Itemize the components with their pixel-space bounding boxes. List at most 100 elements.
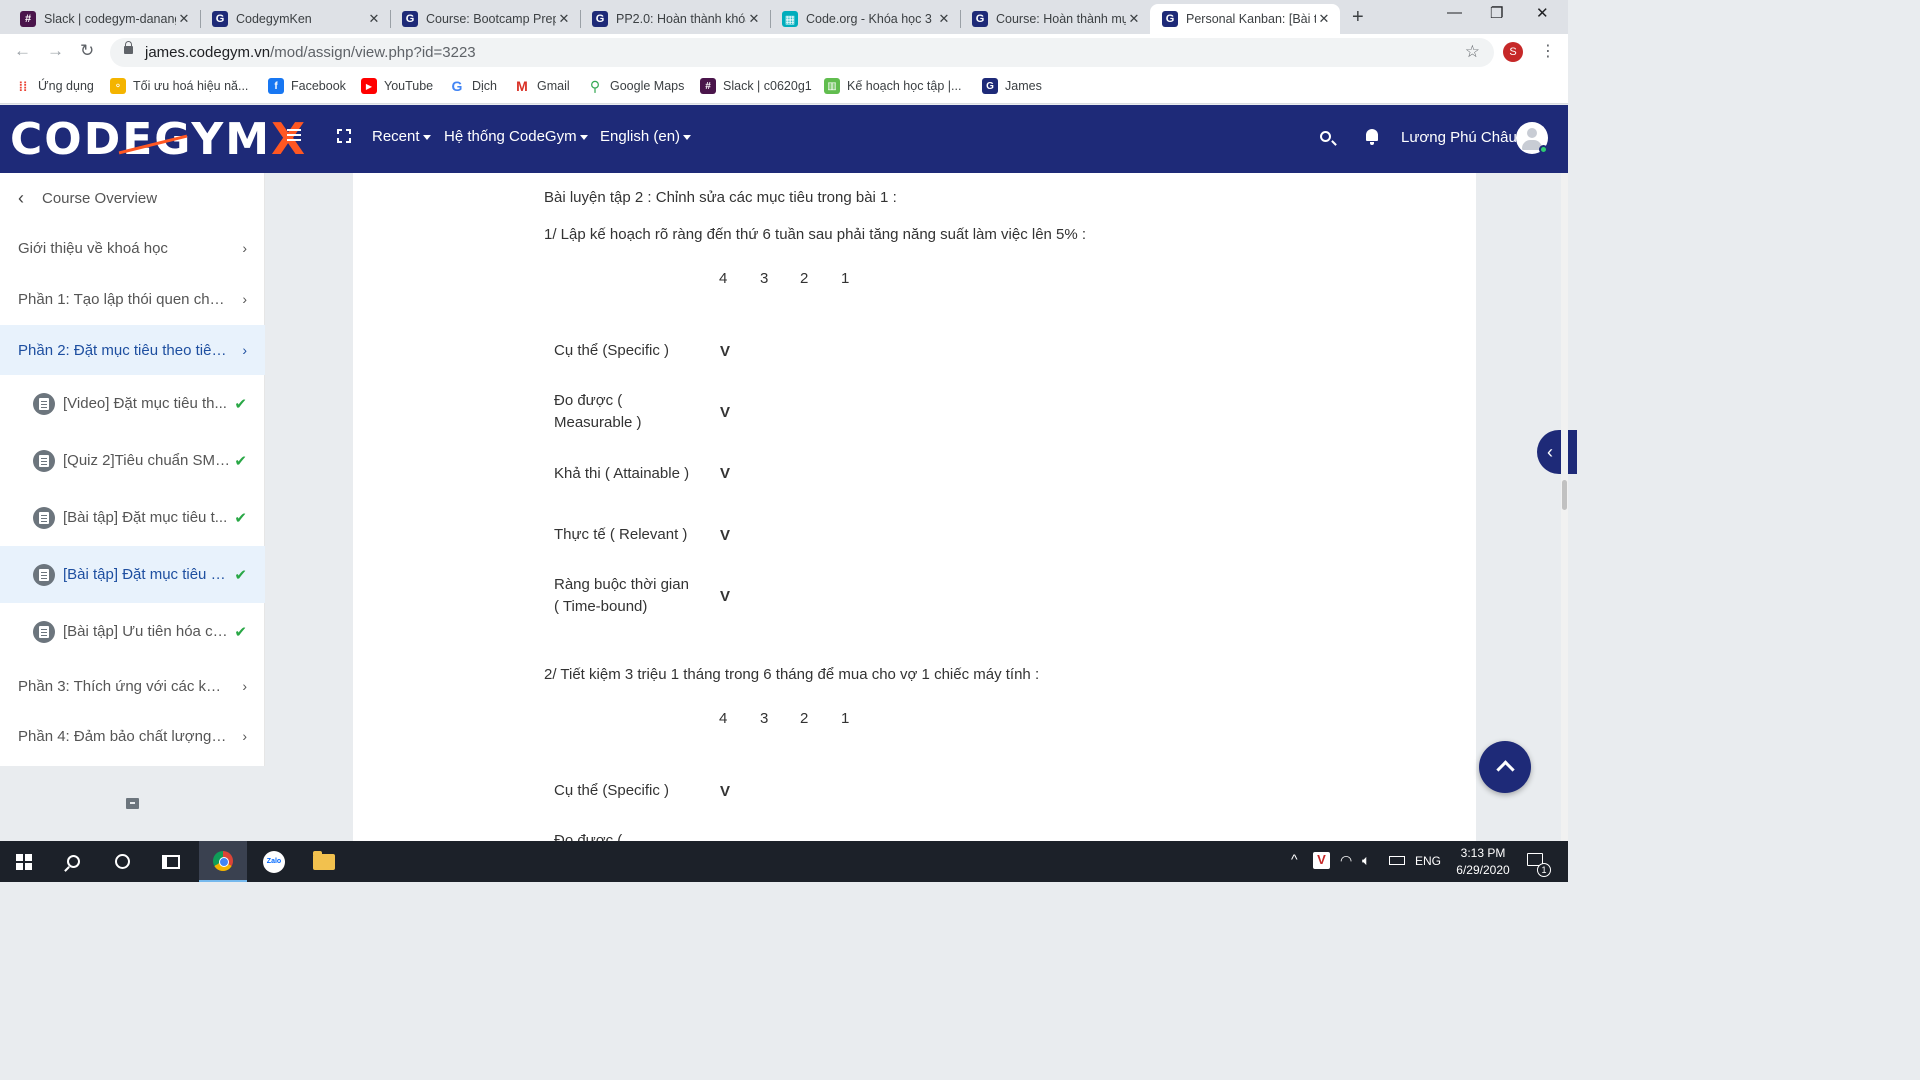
bookmark-trello[interactable]: ▥ Kế hoạch học tập |... (824, 78, 961, 94)
battery-icon[interactable] (1389, 856, 1405, 865)
bookmark-star-icon[interactable]: ☆ (1465, 42, 1480, 62)
system-menu[interactable]: Hệ thống CodeGym (444, 128, 588, 145)
start-button[interactable] (0, 841, 48, 882)
drawer-activity[interactable]: [Video] Đặt mục tiêu th... ✔ (0, 375, 265, 432)
rating-mark: V (720, 527, 731, 544)
url-input[interactable]: james.codegym.vn/mod/assign/view.php?id=… (110, 38, 1494, 67)
bookmark-youtube[interactable]: ▶ YouTube (361, 78, 433, 94)
reload-icon[interactable]: ↻ (80, 41, 94, 61)
back-arrow-icon[interactable]: ← (14, 41, 31, 61)
browser-tab-active[interactable]: G Personal Kanban: [Bài tập] ✕ (1150, 4, 1340, 34)
dock-block-icon[interactable] (126, 798, 139, 809)
menu-toggle-icon[interactable] (287, 129, 301, 141)
user-name[interactable]: Lương Phú Châu (1401, 129, 1517, 146)
chevron-right-icon: › (242, 291, 247, 307)
forward-arrow-icon[interactable]: → (47, 41, 64, 61)
browser-tab[interactable]: G Course: Bootcamp Prep ✕ (390, 4, 580, 34)
rating-scale-header: 4 3 2 1 (719, 710, 850, 727)
drawer-section[interactable]: Phần 3: Thích ứng với các khó ... › (0, 661, 265, 711)
bookmark-gmail[interactable]: M Gmail (514, 78, 570, 94)
taskbar-chrome[interactable] (199, 841, 247, 882)
notification-bell-icon[interactable] (1366, 129, 1378, 145)
codegym-icon: G (1162, 11, 1178, 27)
bookmark-slack[interactable]: # Slack | c0620g1 (700, 78, 812, 94)
slack-icon: # (700, 78, 716, 94)
chevron-right-icon: › (242, 342, 247, 358)
chevron-right-icon: › (242, 678, 247, 694)
criterion-specific: Cụ thể (Specific ) (554, 782, 670, 799)
facebook-icon: f (268, 78, 284, 94)
bookmark-facebook[interactable]: f Facebook (268, 78, 346, 94)
bookmark-maps[interactable]: ⚲ Google Maps (587, 78, 685, 94)
rating-scale-header: 4 3 2 1 (719, 270, 850, 287)
wifi-icon[interactable]: ◠ (1340, 852, 1352, 869)
bookmark-translate[interactable]: G Dịch (449, 78, 497, 94)
drawer-activity[interactable]: [Bài tập] Đặt mục tiêu t... ✔ (0, 489, 265, 546)
search-icon[interactable] (1320, 131, 1331, 142)
assignment-icon (33, 620, 55, 643)
browser-tab[interactable]: G Course: Hoàn thành mục ✕ (960, 4, 1150, 34)
bookmark-james[interactable]: G James (982, 78, 1042, 94)
codegym-logo[interactable]: CODEGYMX (10, 115, 307, 165)
drawer-section[interactable]: Phần 4: Đảm bảo chất lượng c... › (0, 711, 265, 761)
minimize-icon[interactable]: — (1447, 4, 1462, 21)
course-overview-link[interactable]: ‹ Course Overview (0, 173, 265, 223)
codegym-icon: G (972, 11, 988, 27)
profile-avatar[interactable]: S (1503, 42, 1523, 62)
drawer-activity[interactable]: [Quiz 2]Tiêu chuẩn SMA... ✔ (0, 432, 265, 489)
bookmark-item[interactable]: ⚬ Tối ưu hoá hiệu nă... (110, 78, 248, 94)
chrome-icon (213, 850, 233, 871)
cortana-button[interactable] (98, 841, 146, 882)
close-tab-icon[interactable]: ✕ (1126, 11, 1142, 27)
chevron-left-icon: ‹ (18, 187, 24, 208)
browser-tab[interactable]: G PP2.0: Hoàn thành khóa ✕ (580, 4, 770, 34)
completed-check-icon: ✔ (234, 395, 247, 413)
system-clock[interactable]: 3:13 PM 6/29/2020 (1452, 845, 1514, 879)
close-window-icon[interactable]: ✕ (1536, 4, 1549, 22)
taskbar-search[interactable] (49, 841, 97, 882)
drawer-section-active[interactable]: Phần 2: Đặt mục tiêu theo tiêu... › (0, 325, 265, 375)
scroll-to-top-button[interactable] (1479, 741, 1531, 793)
right-drawer-toggle[interactable]: ‹ (1537, 430, 1577, 474)
codegym-icon: G (212, 11, 228, 27)
close-tab-icon[interactable]: ✕ (1316, 11, 1332, 27)
fullscreen-icon[interactable] (337, 129, 351, 143)
completed-check-icon: ✔ (234, 452, 247, 470)
close-tab-icon[interactable]: ✕ (366, 11, 382, 27)
browser-tab[interactable]: ▦ Code.org - Khóa học 3 ✕ (770, 4, 960, 34)
drawer-activity-current[interactable]: [Bài tập] Đặt mục tiêu c... ✔ (0, 546, 265, 603)
completed-check-icon: ✔ (234, 509, 247, 527)
drawer-activity[interactable]: [Bài tập] Ưu tiên hóa cô... ✔ (0, 603, 265, 660)
language-menu[interactable]: English (en) (600, 128, 692, 145)
close-tab-icon[interactable]: ✕ (746, 11, 762, 27)
drawer-section[interactable]: Giới thiệu về khoá học › (0, 223, 265, 273)
taskbar-zalo[interactable]: Zalo (250, 841, 298, 882)
drawer-section[interactable]: Phần 1: Tạo lập thói quen cho ... › (0, 274, 265, 324)
recent-menu[interactable]: Recent (372, 128, 431, 145)
scrollbar-thumb[interactable] (1562, 480, 1567, 510)
tray-expand-icon[interactable]: ^ (1291, 851, 1298, 867)
codeorg-icon: ▦ (782, 11, 798, 27)
new-tab-icon[interactable]: + (1352, 6, 1364, 29)
chevron-right-icon: › (242, 240, 247, 256)
close-tab-icon[interactable]: ✕ (556, 11, 572, 27)
bookmarks-bar: ⁞⁞ Ứng dụng ⚬ Tối ưu hoá hiệu nă... f Faceb… (0, 70, 1568, 104)
close-tab-icon[interactable]: ✕ (936, 11, 952, 27)
browser-tab[interactable]: G CodegymKen ✕ (200, 4, 390, 34)
taskbar-explorer[interactable] (300, 841, 348, 882)
browser-tab[interactable]: # Slack | codegym-danang ✕ (8, 4, 200, 34)
language-indicator[interactable]: ENG (1415, 854, 1441, 868)
chevron-left-icon: ‹ (1547, 441, 1553, 462)
caret-down-icon (422, 134, 431, 140)
task-view-icon (162, 854, 180, 869)
rating-mark: V (720, 404, 731, 421)
completed-check-icon: ✔ (234, 566, 247, 584)
volume-icon[interactable]: 🔈︎ (1362, 852, 1370, 869)
bookmark-apps[interactable]: ⁞⁞ Ứng dụng (15, 78, 94, 94)
caret-down-icon (579, 134, 588, 140)
antivirus-icon[interactable]: V (1313, 852, 1330, 869)
close-tab-icon[interactable]: ✕ (176, 11, 192, 27)
restore-icon[interactable]: ❐ (1490, 4, 1503, 22)
task-view-button[interactable] (147, 841, 195, 882)
browser-menu-icon[interactable]: ⋮ (1540, 41, 1556, 61)
